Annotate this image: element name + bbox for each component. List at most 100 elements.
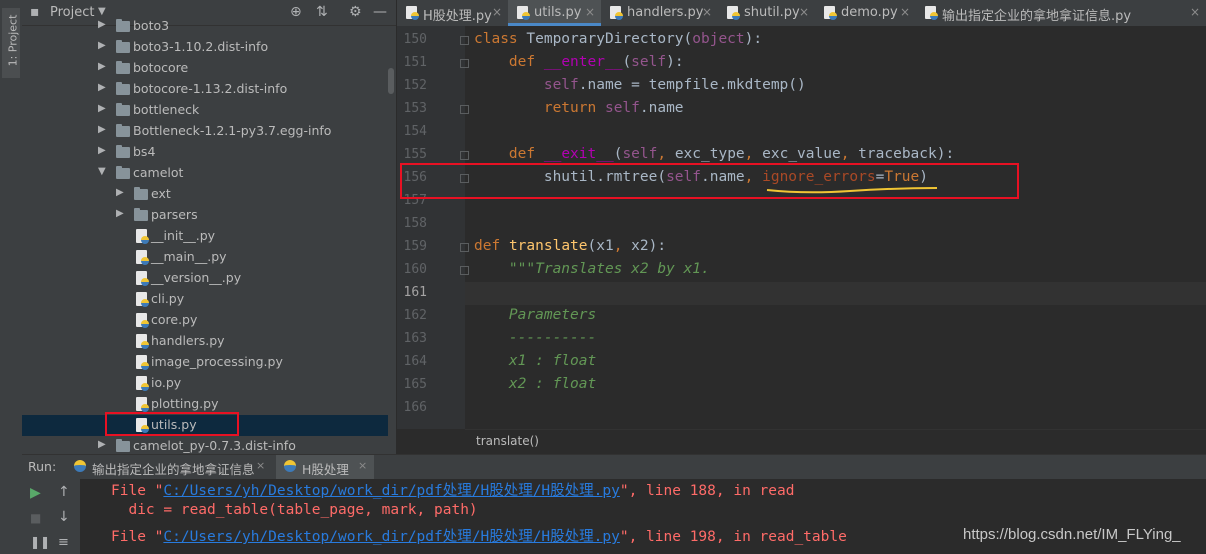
tree-item-label: botocore (133, 60, 189, 75)
code-line[interactable]: ---------- (474, 330, 596, 346)
tree-file[interactable]: cli.py (22, 289, 388, 310)
code-line[interactable]: self.name = tempfile.mkdtemp() (474, 77, 806, 93)
code-line[interactable]: Parameters (474, 307, 596, 323)
fold-marker-icon[interactable] (460, 266, 469, 275)
chevron-right-icon[interactable]: ▶ (98, 82, 106, 93)
fold-marker-icon[interactable] (460, 36, 469, 45)
scroll-down-icon[interactable]: ↓ (58, 509, 70, 525)
fold-marker-icon[interactable] (460, 59, 469, 68)
project-tool-button[interactable]: 1: Project (2, 8, 20, 78)
editor-tab-label: utils.py (534, 5, 582, 20)
chevron-right-icon[interactable]: ▶ (98, 19, 106, 30)
tree-folder[interactable]: ▼ camelot (22, 163, 388, 184)
close-tab-icon[interactable]: × (492, 5, 502, 19)
watermark: https://blog.csdn.net/IM_FLYing_ (963, 526, 1181, 543)
file-link[interactable]: C:/Users/yh/Desktop/work_dir/pdf处理/H股处理/… (163, 529, 619, 545)
chevron-right-icon[interactable]: ▶ (98, 61, 106, 72)
fold-marker-icon[interactable] (460, 105, 469, 114)
close-tab-icon[interactable]: × (256, 459, 265, 472)
close-tab-icon[interactable]: × (358, 459, 367, 472)
python-file-icon (727, 6, 740, 20)
chevron-right-icon[interactable]: ▶ (98, 103, 106, 114)
tree-folder[interactable]: ▶ Bottleneck-1.2.1-py3.7.egg-info (22, 121, 388, 142)
line-number: 153 (403, 101, 427, 116)
editor-tab[interactable]: handlers.py × (601, 0, 718, 26)
scroll-up-icon[interactable]: ↑ (58, 484, 70, 500)
editor-tab[interactable]: utils.py × (508, 0, 601, 26)
stop-icon[interactable]: ■ (30, 511, 41, 525)
tree-folder[interactable]: ▶ boto3 (22, 16, 388, 37)
code-line[interactable]: def __enter__(self): (474, 54, 684, 70)
code-line[interactable]: x2 : float (474, 376, 596, 392)
close-tab-icon[interactable]: × (702, 5, 712, 19)
tree-folder[interactable]: ▶ botocore-1.13.2.dist-info (22, 79, 388, 100)
code-line[interactable]: x1 : float (474, 353, 596, 369)
rerun-icon[interactable]: ▶ (30, 485, 41, 501)
close-tab-icon[interactable]: × (799, 5, 809, 19)
python-file-icon (610, 6, 623, 20)
line-number: 164 (403, 354, 427, 369)
ignore-errors-underline (766, 187, 938, 194)
tree-item-label: parsers (151, 207, 198, 222)
tree-item-label: __main__.py (151, 249, 227, 264)
annotation-box-utils (105, 412, 239, 436)
chevron-right-icon[interactable]: ▶ (98, 40, 106, 51)
tree-folder[interactable]: ▶ bs4 (22, 142, 388, 163)
tree-file[interactable]: image_processing.py (22, 352, 388, 373)
code-line[interactable]: def translate(x1, x2): (474, 238, 666, 254)
tree-item-label: boto3-1.10.2.dist-info (133, 39, 269, 54)
python-file-icon (136, 229, 149, 244)
fold-marker-icon[interactable] (460, 151, 469, 160)
tree-file[interactable]: __main__.py (22, 247, 388, 268)
run-tab[interactable]: 输出指定企业的拿地拿证信息 × (66, 455, 272, 479)
code-line[interactable]: return self.name (474, 100, 684, 116)
code-line[interactable]: """Translates x2 by x1. (474, 261, 710, 277)
folder-icon (116, 40, 130, 53)
editor-tab[interactable]: demo.py × (815, 0, 916, 26)
tree-file[interactable]: handlers.py (22, 331, 388, 352)
breadcrumb-item[interactable]: translate() (476, 434, 539, 448)
close-tab-icon[interactable]: × (900, 5, 910, 19)
chevron-right-icon[interactable]: ▶ (116, 208, 124, 219)
project-tool-label: 1: Project (6, 14, 20, 67)
tree-folder[interactable]: ▶ botocore (22, 58, 388, 79)
close-tab-icon[interactable]: × (1190, 5, 1200, 19)
chevron-right-icon[interactable]: ▶ (98, 439, 106, 450)
editor-tab[interactable]: shutil.py × (718, 0, 815, 26)
python-file-icon (136, 334, 149, 349)
folder-icon (134, 208, 148, 221)
output-line: File "C:/Users/yh/Desktop/work_dir/pdf处理… (111, 525, 847, 546)
soft-wrap-icon[interactable]: ≡ (58, 535, 69, 550)
tree-file[interactable]: core.py (22, 310, 388, 331)
tree-folder[interactable]: ▶ bottleneck (22, 100, 388, 121)
tree-file[interactable]: __version__.py (22, 268, 388, 289)
tree-folder[interactable]: ▶ ext (22, 184, 388, 205)
output-text: ", line 198, in read_table (619, 529, 847, 545)
editor-tab-label: demo.py (841, 5, 898, 20)
editor-tab[interactable]: H股处理.py × (397, 0, 508, 26)
chevron-down-icon[interactable]: ▼ (98, 166, 106, 177)
editor-tab-label: H股处理.py (423, 9, 492, 24)
tree-file[interactable]: __init__.py (22, 226, 388, 247)
project-scrollbar[interactable] (388, 68, 394, 94)
file-link[interactable]: C:/Users/yh/Desktop/work_dir/pdf处理/H股处理/… (163, 483, 619, 499)
chevron-right-icon[interactable]: ▶ (98, 145, 106, 156)
close-tab-icon[interactable]: × (585, 5, 595, 19)
run-toolbar: ▶ ↑ ■ ↓ ❚❚ ≡ (22, 479, 80, 554)
code-line[interactable]: def __exit__(self, exc_type, exc_value, … (474, 146, 954, 162)
editor-tab[interactable]: 输出指定企业的拿地拿证信息.py × (916, 0, 1206, 26)
pause-icon[interactable]: ❚❚ (30, 535, 50, 549)
tree-item-label: camelot (133, 165, 184, 180)
tree-folder[interactable]: ▶ parsers (22, 205, 388, 226)
chevron-right-icon[interactable]: ▶ (116, 187, 124, 198)
tree-item-label: bottleneck (133, 102, 200, 117)
output-text: File " (111, 529, 164, 545)
run-tab[interactable]: H股处理 × (276, 455, 374, 479)
fold-marker-icon[interactable] (460, 243, 469, 252)
code-line[interactable]: class TemporaryDirectory(object): (474, 31, 762, 47)
run-label: Run: (28, 459, 57, 474)
editor-tab-bar: H股处理.py × utils.py × handlers.py × shutil.py × d… (397, 0, 1206, 27)
tree-file[interactable]: io.py (22, 373, 388, 394)
tree-folder[interactable]: ▶ boto3-1.10.2.dist-info (22, 37, 388, 58)
chevron-right-icon[interactable]: ▶ (98, 124, 106, 135)
